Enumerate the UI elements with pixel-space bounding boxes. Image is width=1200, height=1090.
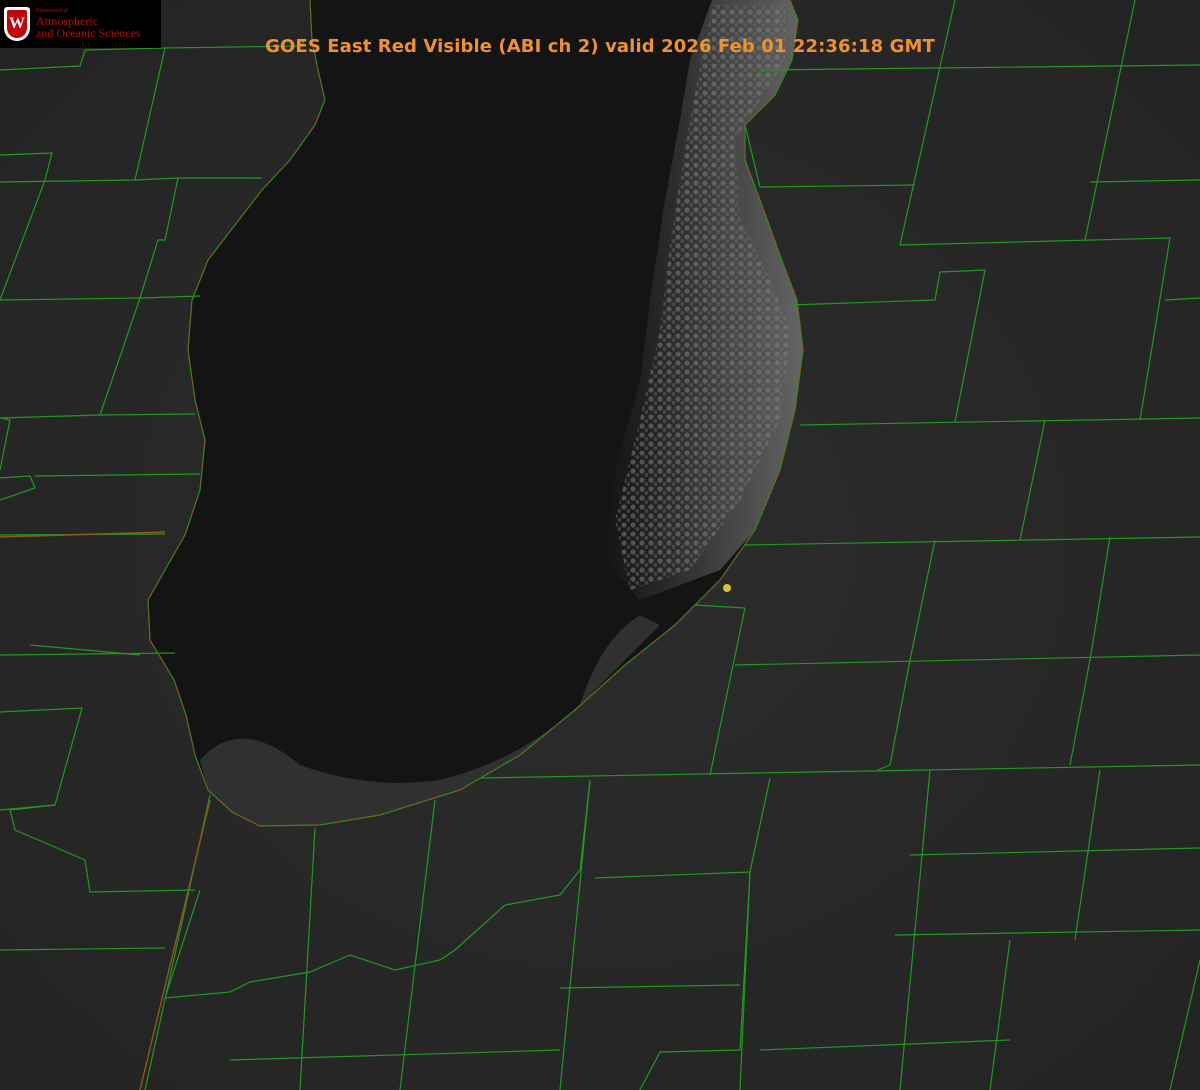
- satellite-image: [0, 0, 1200, 1090]
- image-title: GOES East Red Visible (ABI ch 2) valid 2…: [265, 36, 935, 57]
- crest-letter: W: [7, 10, 27, 38]
- location-marker: [723, 584, 731, 592]
